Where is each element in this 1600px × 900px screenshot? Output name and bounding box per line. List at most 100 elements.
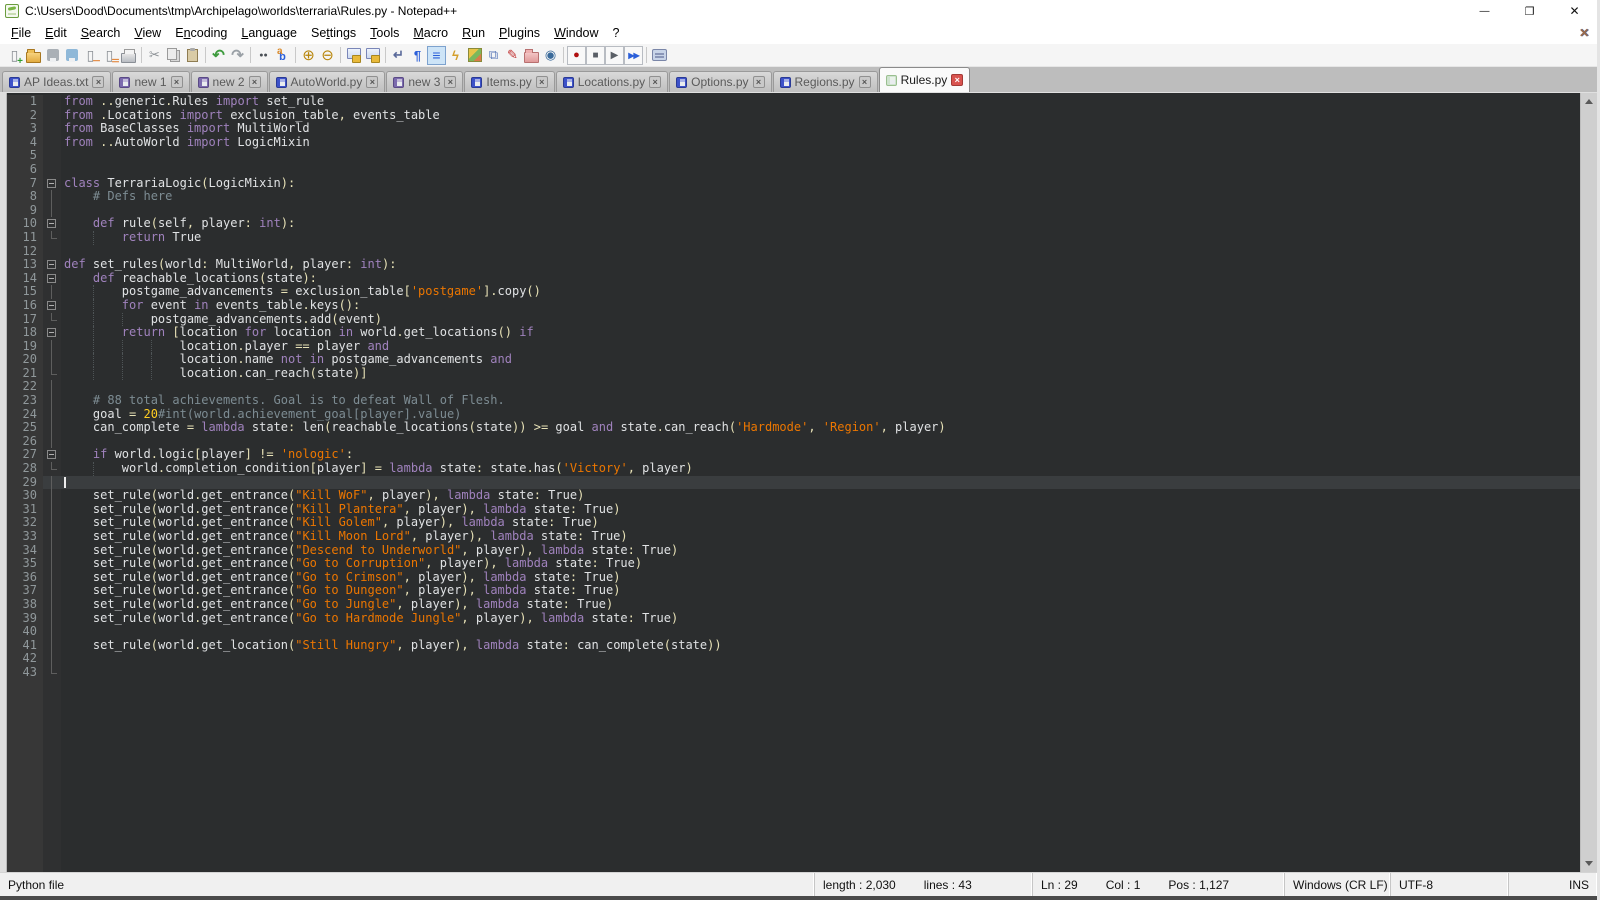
menu-help[interactable]: ? xyxy=(606,24,627,42)
code-text xyxy=(61,625,1580,639)
tab-locations-py[interactable]: Locations.py× xyxy=(556,71,668,92)
fold-margin xyxy=(43,421,61,435)
edit-marker-icon[interactable] xyxy=(503,46,522,65)
tab-close-icon[interactable]: × xyxy=(92,76,104,88)
minimize-icon[interactable] xyxy=(1462,0,1507,22)
line-number: 13 xyxy=(7,258,43,272)
tab-items-py[interactable]: Items.py× xyxy=(464,71,554,92)
word-wrap-icon[interactable] xyxy=(389,46,408,65)
menu-view[interactable]: View xyxy=(127,24,168,42)
code-line-2: 2from .Locations import exclusion_table,… xyxy=(7,109,1580,123)
menu-edit[interactable]: Edit xyxy=(38,24,74,42)
stop-macro-icon[interactable] xyxy=(586,46,605,65)
tab-new-3[interactable]: new 3× xyxy=(386,71,463,92)
zoom-in-icon[interactable] xyxy=(299,46,318,65)
tab-ap-ideas-txt[interactable]: AP Ideas.txt× xyxy=(2,71,111,92)
view-eye-icon[interactable] xyxy=(541,46,560,65)
indent-guide-icon[interactable] xyxy=(427,46,446,65)
close-icon[interactable] xyxy=(1552,0,1597,22)
tab-close-icon[interactable]: × xyxy=(649,76,661,88)
tab-new-1[interactable]: new 1× xyxy=(112,71,189,92)
fold-collapse-icon[interactable] xyxy=(47,219,56,228)
tab-close-icon[interactable]: × xyxy=(951,74,963,86)
status-bar: Python file length : 2,030 lines : 43 Ln… xyxy=(0,872,1597,896)
paste-icon[interactable] xyxy=(183,46,202,65)
find-icon[interactable] xyxy=(254,46,273,65)
tab-close-icon[interactable]: × xyxy=(444,76,456,88)
fold-margin xyxy=(43,652,61,666)
menu-settings[interactable]: Settings xyxy=(304,24,363,42)
tab-close-icon[interactable]: × xyxy=(249,76,261,88)
close-document-icon[interactable]: ✕ xyxy=(1579,26,1589,40)
save-all-icon[interactable] xyxy=(62,46,81,65)
copy-icon[interactable] xyxy=(164,46,183,65)
menu-run[interactable]: Run xyxy=(455,24,492,42)
line-number: 38 xyxy=(7,598,43,612)
scrollbar-up-icon[interactable] xyxy=(1581,93,1597,110)
text-caret xyxy=(64,477,66,488)
tab-close-icon[interactable]: × xyxy=(859,76,871,88)
title-bar: C:\Users\Dood\Documents\tmp\Archipelago\… xyxy=(0,0,1597,22)
print-icon[interactable] xyxy=(119,46,138,65)
line-number: 40 xyxy=(7,625,43,639)
close-icon[interactable] xyxy=(81,46,100,65)
toolbar-separator xyxy=(563,47,564,63)
fold-collapse-icon[interactable] xyxy=(47,260,56,269)
line-number: 10 xyxy=(7,217,43,231)
document-switcher-icon[interactable] xyxy=(484,46,503,65)
fold-margin xyxy=(43,639,61,653)
code-line-38: 38 set_rule(world.get_entrance("Go to Ju… xyxy=(7,598,1580,612)
save-macro-icon[interactable] xyxy=(650,46,669,65)
save-icon[interactable] xyxy=(43,46,62,65)
editor-scrollbar[interactable] xyxy=(1580,93,1597,872)
menu-file[interactable]: File xyxy=(4,24,38,42)
menu-encoding[interactable]: Encoding xyxy=(168,24,234,42)
open-file-icon[interactable] xyxy=(24,46,43,65)
restore-icon[interactable] xyxy=(1507,0,1552,22)
menu-tools[interactable]: Tools xyxy=(363,24,406,42)
tab-close-icon[interactable]: × xyxy=(171,76,183,88)
menu-window[interactable]: Window xyxy=(547,24,605,42)
tab-close-icon[interactable]: × xyxy=(753,76,765,88)
sync-vertical-icon[interactable] xyxy=(344,46,363,65)
menu-plugins[interactable]: Plugins xyxy=(492,24,547,42)
function-completion-icon[interactable] xyxy=(446,46,465,65)
scrollbar-down-icon[interactable] xyxy=(1581,855,1597,872)
tab-autoworld-py[interactable]: AutoWorld.py× xyxy=(269,71,386,92)
scrollbar-track[interactable] xyxy=(1581,110,1597,855)
tab-new-2[interactable]: new 2× xyxy=(191,71,268,92)
tab-options-py[interactable]: Options.py× xyxy=(669,71,771,92)
toolbar-separator xyxy=(295,47,296,63)
sync-horizontal-icon[interactable] xyxy=(363,46,382,65)
redo-icon[interactable] xyxy=(228,46,247,65)
tab-close-icon[interactable]: × xyxy=(366,76,378,88)
document-map-icon[interactable] xyxy=(465,46,484,65)
play-macro-icon[interactable] xyxy=(605,46,624,65)
run-macro-multiple-icon[interactable] xyxy=(624,46,643,65)
close-all-icon[interactable] xyxy=(100,46,119,65)
code-editor[interactable]: 1from ..generic.Rules import set_rule2fr… xyxy=(7,93,1580,872)
fold-collapse-icon[interactable] xyxy=(47,179,56,188)
menu-macro[interactable]: Macro xyxy=(406,24,455,42)
menu-search[interactable]: Search xyxy=(74,24,128,42)
cut-icon[interactable] xyxy=(145,46,164,65)
tab-close-icon[interactable]: × xyxy=(536,76,548,88)
line-number: 29 xyxy=(7,476,43,490)
fold-collapse-icon[interactable] xyxy=(47,274,56,283)
replace-icon[interactable] xyxy=(273,46,292,65)
line-number: 41 xyxy=(7,639,43,653)
show-all-characters-icon[interactable] xyxy=(408,46,427,65)
record-macro-icon[interactable] xyxy=(567,46,586,65)
folder-as-workspace-icon[interactable] xyxy=(522,46,541,65)
undo-icon[interactable] xyxy=(209,46,228,65)
zoom-out-icon[interactable] xyxy=(318,46,337,65)
fold-margin xyxy=(43,136,61,150)
tab-rules-py[interactable]: Rules.py× xyxy=(879,67,971,92)
menu-language[interactable]: Language xyxy=(234,24,304,42)
code-text: for event in events_table.keys(): xyxy=(61,299,1580,313)
fold-collapse-icon[interactable] xyxy=(47,328,56,337)
fold-collapse-icon[interactable] xyxy=(47,301,56,310)
fold-collapse-icon[interactable] xyxy=(47,450,56,459)
new-file-icon[interactable] xyxy=(5,46,24,65)
tab-regions-py[interactable]: Regions.py× xyxy=(773,71,878,92)
